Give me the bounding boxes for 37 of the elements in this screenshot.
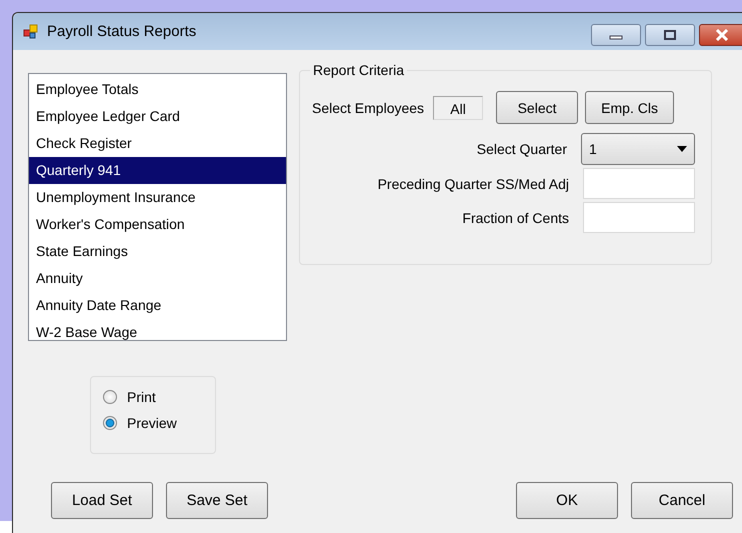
report-list-item[interactable]: State Earnings xyxy=(29,238,286,265)
employees-value: All xyxy=(433,96,484,120)
dialog-button[interactable]: Load Set xyxy=(51,482,153,519)
minimize-button[interactable] xyxy=(591,24,641,46)
dialog-button[interactable]: Cancel xyxy=(631,482,733,519)
field-label: Select Employees xyxy=(312,100,424,116)
dialog-button[interactable]: OK xyxy=(516,482,618,519)
report-list-item[interactable]: Employee Ledger Card xyxy=(29,103,286,130)
input-field[interactable] xyxy=(583,202,695,233)
report-list-item[interactable]: Employee Totals xyxy=(29,76,286,103)
window-title: Payroll Status Reports xyxy=(47,23,196,40)
radio-label: Preview xyxy=(127,415,177,431)
input-field[interactable] xyxy=(583,168,695,199)
report-list-item[interactable]: W-2 Base Wage xyxy=(29,319,286,346)
radio-button[interactable] xyxy=(103,416,117,430)
field-label: Preceding Quarter SS/Med Adj xyxy=(378,176,569,192)
report-list-item[interactable]: Check Register xyxy=(29,130,286,157)
app-icon xyxy=(23,24,39,40)
restore-icon xyxy=(663,29,677,41)
radio-button[interactable] xyxy=(103,390,117,404)
report-list-item[interactable]: Unemployment Insurance xyxy=(29,184,286,211)
field-label: Fraction of Cents xyxy=(462,210,569,226)
select-button[interactable]: Select xyxy=(496,91,578,124)
report-list-item[interactable]: Annuity Date Range xyxy=(29,292,286,319)
dialog-button[interactable]: Save Set xyxy=(166,482,268,519)
quarter-dropdown[interactable]: 1 xyxy=(581,133,695,165)
field-label: Select Quarter xyxy=(476,141,567,157)
caret-icon xyxy=(677,146,687,152)
radio-label: Print xyxy=(127,389,156,405)
report-list-item[interactable]: Quarterly 941 xyxy=(29,157,286,184)
report-list-item[interactable]: Worker's Compensation xyxy=(29,211,286,238)
report-list-item[interactable]: Annuity xyxy=(29,265,286,292)
close-icon xyxy=(714,29,730,41)
maximize-button[interactable] xyxy=(645,24,695,46)
group-title: Report Criteria xyxy=(310,62,408,78)
close-button[interactable] xyxy=(699,24,742,46)
emp-cls-button[interactable]: Emp. Cls xyxy=(585,91,674,124)
